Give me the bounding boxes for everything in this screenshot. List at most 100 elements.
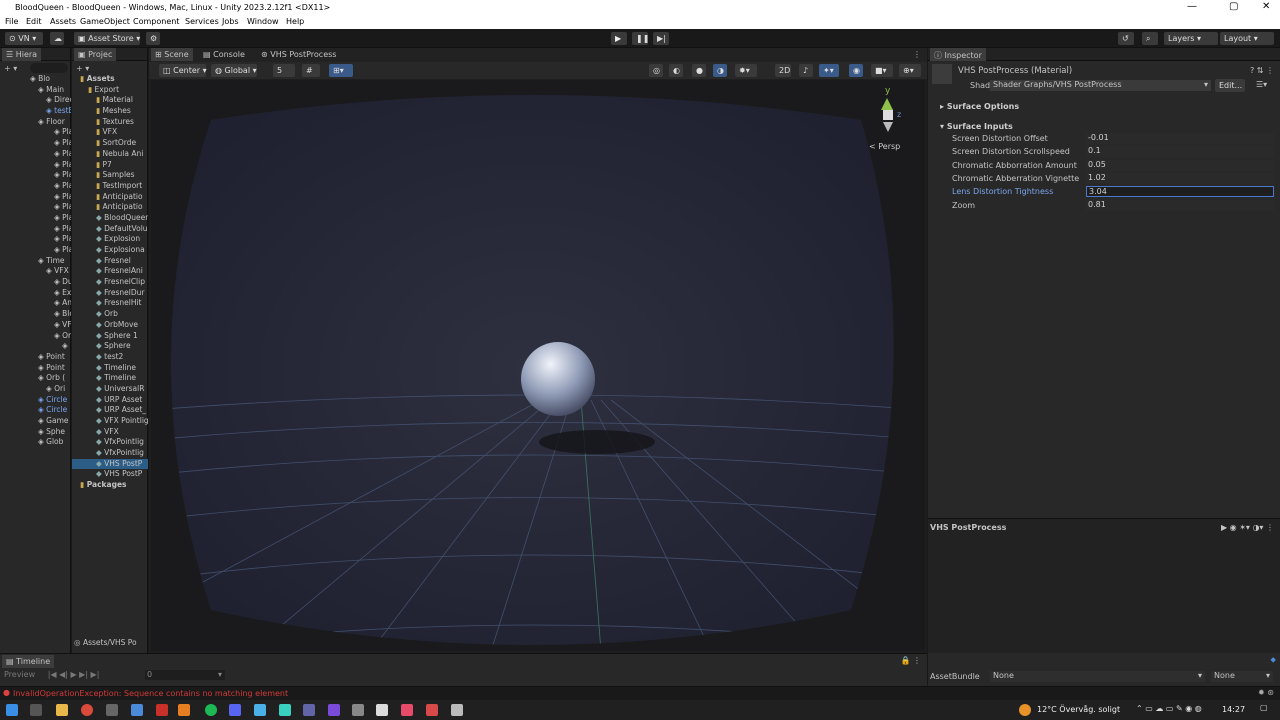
notification-icon[interactable]: ▢ (1260, 703, 1268, 712)
cloud-icon[interactable]: ☁ (50, 32, 64, 45)
app-teal-icon[interactable] (279, 704, 291, 716)
hierarchy-item[interactable]: ◈ Pla (0, 138, 71, 149)
project-item[interactable]: ◆ BloodQueen (72, 213, 148, 224)
file-explorer-icon[interactable] (56, 704, 68, 716)
sphere-object[interactable] (521, 342, 595, 416)
hierarchy-item[interactable]: ◈ Du (0, 277, 71, 288)
tab-timeline[interactable]: ▤ Timeline (2, 655, 55, 668)
hierarchy-item[interactable]: ◈ Glob (0, 437, 71, 448)
gizmos-icon[interactable]: ⊕▾ (899, 64, 921, 77)
tab-project[interactable]: ▣ Projec (74, 48, 117, 61)
project-item[interactable]: ◆ VfxPointlig (72, 448, 148, 459)
project-item[interactable]: ◆ URP Asset_ (72, 405, 148, 416)
edit-button[interactable]: Edit... (1215, 79, 1245, 92)
close-icon[interactable]: ✕ (1262, 1, 1270, 12)
property-value-field[interactable]: 0.1 (1086, 146, 1274, 158)
visual-studio-icon[interactable] (328, 704, 340, 716)
scene-more-icon[interactable]: ⋮ (913, 50, 921, 59)
hierarchy-item[interactable]: ◈ Floor (0, 117, 71, 128)
menu-jobs[interactable]: Jobs (222, 17, 239, 26)
hierarchy-item[interactable]: ◈ Or (0, 331, 71, 342)
weather-text[interactable]: 12°C Övervåg. soligt (1037, 705, 1120, 714)
hierarchy-item[interactable]: ◈ Time (0, 256, 71, 267)
project-item[interactable]: ◆ VFX (72, 427, 148, 438)
hierarchy-item[interactable]: ◈ Blo (0, 74, 71, 85)
preview-controls-icons[interactable]: ▶ ◉ ✶▾ ◑▾ ⋮ (1221, 523, 1274, 532)
project-item[interactable]: ◆ URP Asset (72, 395, 148, 406)
material-header-icons[interactable]: ? ⇅ ⋮ (1250, 66, 1274, 75)
project-item[interactable]: ◆ UniversalR (72, 384, 148, 395)
project-item[interactable]: ◆ Timeline (72, 373, 148, 384)
tray-icons[interactable]: ⌃ ▭ ☁ ▭ ✎ ◉ ◍ (1136, 704, 1202, 713)
shading-lit-icon[interactable]: ◑ (713, 64, 727, 77)
hierarchy-item[interactable]: ◈ Pla (0, 160, 71, 171)
fx-icon[interactable]: ✦▾ (819, 64, 839, 77)
app-gray-icon[interactable] (451, 704, 463, 716)
mail-icon[interactable] (131, 704, 143, 716)
shader-dropdown[interactable]: Shader Graphs/VHS PostProcess ▾ (990, 80, 1211, 91)
hierarchy-item[interactable]: ◈ Pla (0, 127, 71, 138)
space-dropdown[interactable]: ◍ Global ▾ (211, 64, 257, 77)
property-value-field[interactable]: 0.81 (1086, 199, 1274, 211)
hierarchy-item[interactable]: ◈ Pla (0, 181, 71, 192)
minimize-icon[interactable]: — (1187, 1, 1197, 12)
layers-dropdown[interactable]: Layers ▾ (1164, 32, 1218, 45)
hierarchy-item[interactable]: ◈ Ex (0, 288, 71, 299)
project-item[interactable]: ▮ Anticipatio (72, 192, 148, 203)
search-icon[interactable]: ⌕ (1142, 32, 1158, 45)
tab-console[interactable]: ▤ Console (199, 48, 249, 61)
account-button[interactable]: ⊙ VN ▾ (5, 32, 43, 45)
hierarchy-item[interactable]: ◈ Game (0, 416, 71, 427)
project-item[interactable]: ◆ FresnelHit (72, 298, 148, 309)
property-value-field[interactable]: 0.05 (1086, 159, 1274, 171)
hierarchy-item[interactable]: ◈ Point (0, 352, 71, 363)
unity-icon[interactable] (376, 704, 388, 716)
project-item[interactable]: ▮ TestImport (72, 181, 148, 192)
hierarchy-item[interactable]: ◈ Pla (0, 170, 71, 181)
project-item[interactable]: ◆ OrbMove (72, 320, 148, 331)
shading-solid-icon[interactable]: ● (692, 64, 706, 77)
mode-2d-button[interactable]: 2D (775, 64, 791, 77)
hierarchy-item[interactable]: ◈ Pla (0, 202, 71, 213)
project-item[interactable]: ◆ FresnelClip (72, 277, 148, 288)
play-button[interactable]: ▶ (611, 32, 627, 45)
list-menu-icon[interactable]: ☰▾ (1256, 80, 1267, 89)
app-pink-icon[interactable] (401, 704, 413, 716)
project-item[interactable]: ◆ VHS PostP (72, 458, 148, 470)
project-item[interactable]: ▮ Assets (72, 74, 148, 85)
shading-wire-icon[interactable]: ◎ (649, 64, 663, 77)
layout-dropdown[interactable]: Layout ▾ (1220, 32, 1274, 45)
teams-icon[interactable] (303, 704, 315, 716)
timeline-preview-button[interactable]: Preview (4, 670, 35, 679)
project-item[interactable]: ▮ Nebula Ani (72, 149, 148, 160)
audio-icon[interactable]: ♪ (799, 64, 813, 77)
project-item[interactable]: ◆ VfxPointlig (72, 437, 148, 448)
hierarchy-item[interactable]: ◈ Pla (0, 245, 71, 256)
status-error-message[interactable]: InvalidOperationException: Sequence cont… (13, 689, 288, 698)
hierarchy-item[interactable]: ◈ Pla (0, 192, 71, 203)
tab-vhs-postprocess[interactable]: ⊛ VHS PostProcess (257, 48, 340, 61)
menu-edit[interactable]: Edit (26, 17, 42, 26)
orientation-gizmo[interactable]: y z (869, 86, 909, 136)
tab-hierarchy[interactable]: ☰ Hiera (2, 48, 42, 61)
pivot-dropdown[interactable]: ◫ Center ▾ (159, 64, 207, 77)
hierarchy-item[interactable]: ◈ Pla (0, 149, 71, 160)
step-button[interactable]: ▶| (653, 32, 669, 45)
tag-icon[interactable]: ⬥ (1270, 655, 1276, 665)
hierarchy-item[interactable]: ◈ Main (0, 85, 71, 96)
property-value-field[interactable]: 1.02 (1086, 172, 1274, 184)
hierarchy-add-button[interactable]: + ▾ (4, 64, 17, 73)
chrome-icon[interactable] (81, 704, 93, 716)
timeline-transport-icons[interactable]: |◀ ◀| ▶ ▶| ▶| (48, 670, 100, 679)
project-item[interactable]: ◆ Explosiona (72, 245, 148, 256)
project-item[interactable]: ▮ Anticipatio (72, 202, 148, 213)
history-icon[interactable]: ↺ (1118, 32, 1134, 45)
menu-services[interactable]: Services (185, 17, 219, 26)
app-red-icon[interactable] (156, 704, 168, 716)
menu-assets[interactable]: Assets (50, 17, 76, 26)
render-mode-icon[interactable]: ✸▾ (735, 64, 757, 77)
windows-start-icon[interactable] (6, 704, 18, 716)
tab-inspector[interactable]: ⓘ Inspector (930, 48, 986, 61)
menu-help[interactable]: Help (286, 17, 304, 26)
menu-gameobject[interactable]: GameObject (80, 17, 130, 26)
